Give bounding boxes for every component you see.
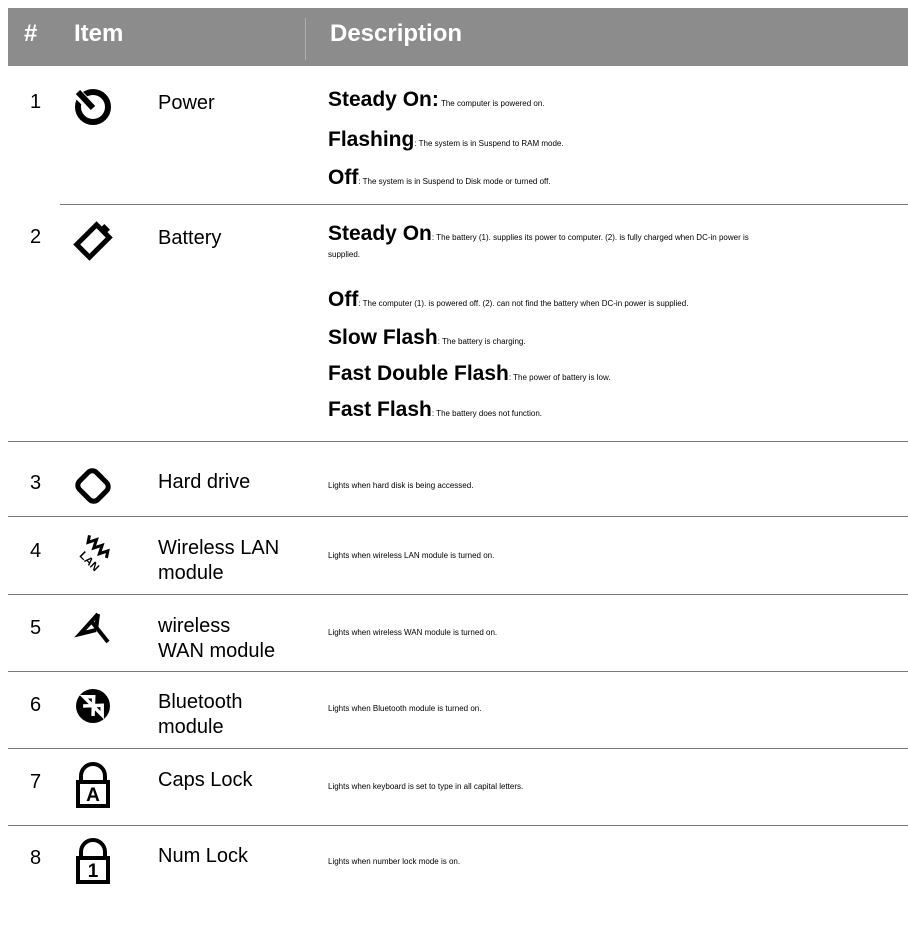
row-number: 1 bbox=[30, 91, 42, 113]
row-name-line-1: Bluetooth bbox=[158, 691, 243, 713]
description-line: Steady On: The battery (1). supplies its… bbox=[328, 222, 749, 246]
status-text: : The battery (1). supplies its power to… bbox=[431, 233, 749, 242]
hard-drive-icon bbox=[72, 464, 114, 508]
status-text: : The power of battery is low. bbox=[508, 373, 611, 382]
header-description: Description bbox=[330, 20, 463, 47]
row-name: Num Lock bbox=[158, 845, 249, 867]
caps-lock-letter: A bbox=[86, 785, 100, 806]
row-divider bbox=[8, 516, 908, 517]
row-name-line-1: Wireless LAN bbox=[158, 537, 280, 559]
battery-icon bbox=[72, 219, 114, 263]
status-term: Steady On bbox=[328, 222, 432, 245]
row-divider bbox=[8, 748, 908, 749]
status-text: The computer is powered on. bbox=[438, 99, 545, 108]
caps-lock-icon: A bbox=[72, 762, 114, 808]
bluetooth-icon bbox=[72, 684, 114, 728]
wireless-lan-icon: LAN bbox=[72, 531, 114, 575]
status-term: Steady On: bbox=[328, 88, 439, 111]
status-text: : The battery is charging. bbox=[437, 337, 526, 346]
description-line: Off: The computer (1). is powered off. (… bbox=[328, 288, 688, 312]
header-divider bbox=[305, 18, 306, 60]
status-text-continued: supplied. bbox=[328, 250, 361, 259]
row-divider bbox=[8, 441, 908, 442]
num-lock-digit: 1 bbox=[88, 861, 99, 882]
row-description: Lights when Bluetooth module is turned o… bbox=[328, 704, 482, 713]
description-line: Steady On: The computer is powered on. bbox=[328, 88, 545, 112]
row-name-line-2: module bbox=[158, 562, 224, 584]
row-description: Lights when wireless LAN module is turne… bbox=[328, 551, 495, 560]
row-divider bbox=[8, 671, 908, 672]
num-lock-icon: 1 bbox=[72, 838, 114, 884]
row-number: 3 bbox=[30, 472, 42, 494]
row-name: Battery bbox=[158, 227, 222, 249]
row-name: Caps Lock bbox=[158, 769, 253, 791]
table-header: # Item Description bbox=[8, 8, 908, 66]
description-line: Slow Flash: The battery is charging. bbox=[328, 326, 526, 350]
row-name: Hard drive bbox=[158, 471, 251, 493]
row-divider bbox=[60, 204, 908, 205]
status-term: Off bbox=[328, 166, 359, 189]
row-number: 6 bbox=[30, 694, 42, 716]
row-divider bbox=[8, 825, 908, 826]
row-number: 5 bbox=[30, 617, 42, 639]
status-term: Off bbox=[328, 288, 359, 311]
row-description: Lights when keyboard is set to type in a… bbox=[328, 782, 524, 791]
header-item: Item bbox=[74, 20, 124, 47]
row-description: Lights when number lock mode is on. bbox=[328, 857, 461, 866]
row-number: 4 bbox=[30, 540, 42, 562]
status-text: : The system is in Suspend to RAM mode. bbox=[414, 139, 564, 148]
description-line: Flashing: The system is in Suspend to RA… bbox=[328, 128, 564, 152]
row-description: Lights when wireless WAN module is turne… bbox=[328, 628, 498, 637]
status-term: Fast Double Flash bbox=[328, 362, 509, 385]
header-number: # bbox=[24, 20, 38, 47]
svg-text:LAN: LAN bbox=[77, 549, 102, 574]
row-divider bbox=[8, 594, 908, 595]
row-number: 7 bbox=[30, 771, 42, 793]
row-number: 2 bbox=[30, 226, 42, 248]
status-text: : The system is in Suspend to Disk mode … bbox=[358, 177, 551, 186]
status-term: Flashing bbox=[328, 128, 415, 151]
row-name-line-2: WAN module bbox=[158, 640, 276, 662]
power-icon bbox=[72, 84, 114, 128]
description-line: Fast Double Flash: The power of battery … bbox=[328, 362, 611, 386]
row-description: Lights when hard disk is being accessed. bbox=[328, 481, 474, 490]
status-text: : The battery does not function. bbox=[431, 409, 543, 418]
status-term: Slow Flash bbox=[328, 326, 438, 349]
description-line: Off: The system is in Suspend to Disk mo… bbox=[328, 166, 551, 190]
row-name: Power bbox=[158, 92, 215, 114]
description-line: Fast Flash: The battery does not functio… bbox=[328, 398, 542, 422]
row-number: 8 bbox=[30, 847, 42, 869]
status-text: : The computer (1). is powered off. (2).… bbox=[358, 299, 689, 308]
wireless-wan-icon bbox=[72, 608, 114, 652]
status-term: Fast Flash bbox=[328, 398, 432, 421]
row-name-line-2: module bbox=[158, 716, 224, 738]
row-name-line-1: wireless bbox=[158, 615, 231, 637]
